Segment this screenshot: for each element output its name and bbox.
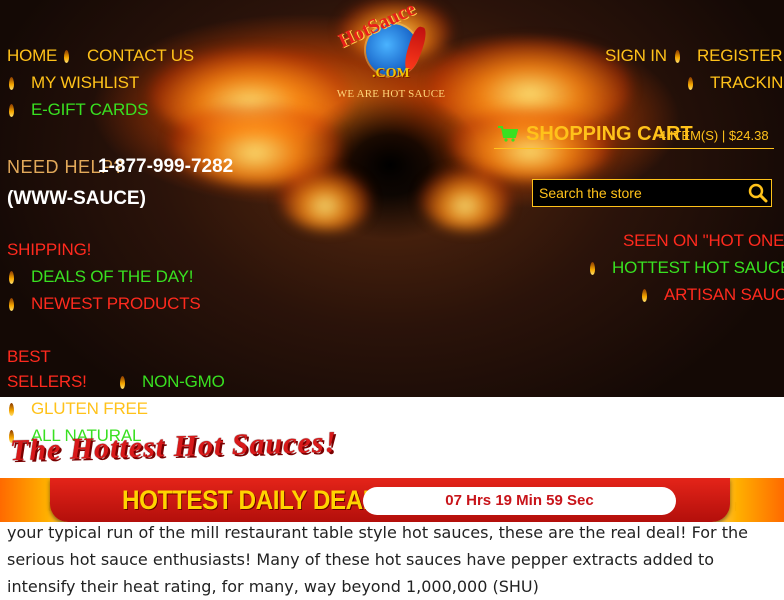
- nav-register-link[interactable]: REGISTER: [697, 46, 783, 66]
- nav-seen-on-link[interactable]: SEEN ON "HOT ONES": [623, 231, 784, 251]
- search-icon[interactable]: [748, 183, 768, 203]
- nav-newest-link[interactable]: NEWEST PRODUCTS: [31, 294, 201, 314]
- nav-tracking-link[interactable]: TRACKING: [710, 73, 784, 93]
- pepper-bullet-icon: [9, 104, 14, 117]
- shopping-cart-link[interactable]: SHOPPING CART 4 ITEM(S) | $24.38: [494, 122, 774, 149]
- nav-non-gmo-link[interactable]: NON-GMO: [142, 372, 225, 392]
- daily-deals-title: HOTTEST DAILY DEALS!: [122, 485, 401, 515]
- pepper-bullet-icon: [9, 403, 14, 416]
- nav-signin-link[interactable]: SIGN IN: [605, 46, 667, 66]
- help-phone-link[interactable]: 1-877-999-7282: [98, 156, 233, 178]
- flame-decoration: [280, 170, 370, 230]
- nav-egift-link[interactable]: E-GIFT CARDS: [31, 100, 148, 120]
- nav-shipping-link[interactable]: SHIPPING!: [7, 240, 91, 260]
- nav-hottest-link[interactable]: HOTTEST HOT SAUCES!: [612, 258, 784, 278]
- nav-gluten-free-link[interactable]: GLUTEN FREE: [31, 399, 148, 419]
- pepper-bullet-icon: [642, 289, 647, 302]
- cart-summary: 4 ITEM(S) | $24.38: [659, 128, 769, 143]
- nav-home-link[interactable]: HOME: [7, 46, 57, 66]
- daily-deals-panel: HOTTEST DAILY DEALS! 07 Hrs 19 Min 59 Se…: [50, 478, 730, 522]
- flame-decoration: [420, 170, 510, 230]
- deals-countdown-timer: 07 Hrs 19 Min 59 Sec: [363, 487, 676, 515]
- daily-deals-banner[interactable]: HOTTEST DAILY DEALS! 07 Hrs 19 Min 59 Se…: [0, 478, 784, 522]
- nav-deals-link[interactable]: DEALS OF THE DAY!: [31, 267, 193, 287]
- logo-domain-text: .COM: [372, 66, 410, 81]
- pepper-bullet-icon: [688, 77, 693, 90]
- pepper-bullet-icon: [9, 271, 14, 284]
- site-header: HotSauce .COM WE ARE HOT SAUCE HOME CONT…: [0, 0, 784, 397]
- nav-contact-link[interactable]: CONTACT US: [87, 46, 194, 66]
- nav-best-sellers-line2[interactable]: SELLERS!: [7, 372, 87, 392]
- pepper-bullet-icon: [590, 262, 595, 275]
- logo-tagline: WE ARE HOT SAUCE: [336, 88, 446, 100]
- nav-wishlist-link[interactable]: MY WISHLIST: [31, 73, 139, 93]
- cart-icon: [498, 126, 518, 142]
- pepper-bullet-icon: [9, 77, 14, 90]
- site-logo[interactable]: HotSauce .COM WE ARE HOT SAUCE: [328, 0, 454, 104]
- search-input[interactable]: [539, 182, 739, 204]
- pepper-bullet-icon: [9, 298, 14, 311]
- pepper-bullet-icon: [675, 50, 680, 63]
- help-vanity-number: (WWW-SAUCE): [7, 188, 146, 209]
- nav-artisan-link[interactable]: ARTISAN SAUCES: [664, 285, 784, 305]
- search-box: [532, 179, 772, 207]
- nav-best-sellers-line1[interactable]: BEST: [7, 347, 51, 367]
- pepper-bullet-icon: [64, 50, 69, 63]
- pepper-bullet-icon: [120, 376, 125, 389]
